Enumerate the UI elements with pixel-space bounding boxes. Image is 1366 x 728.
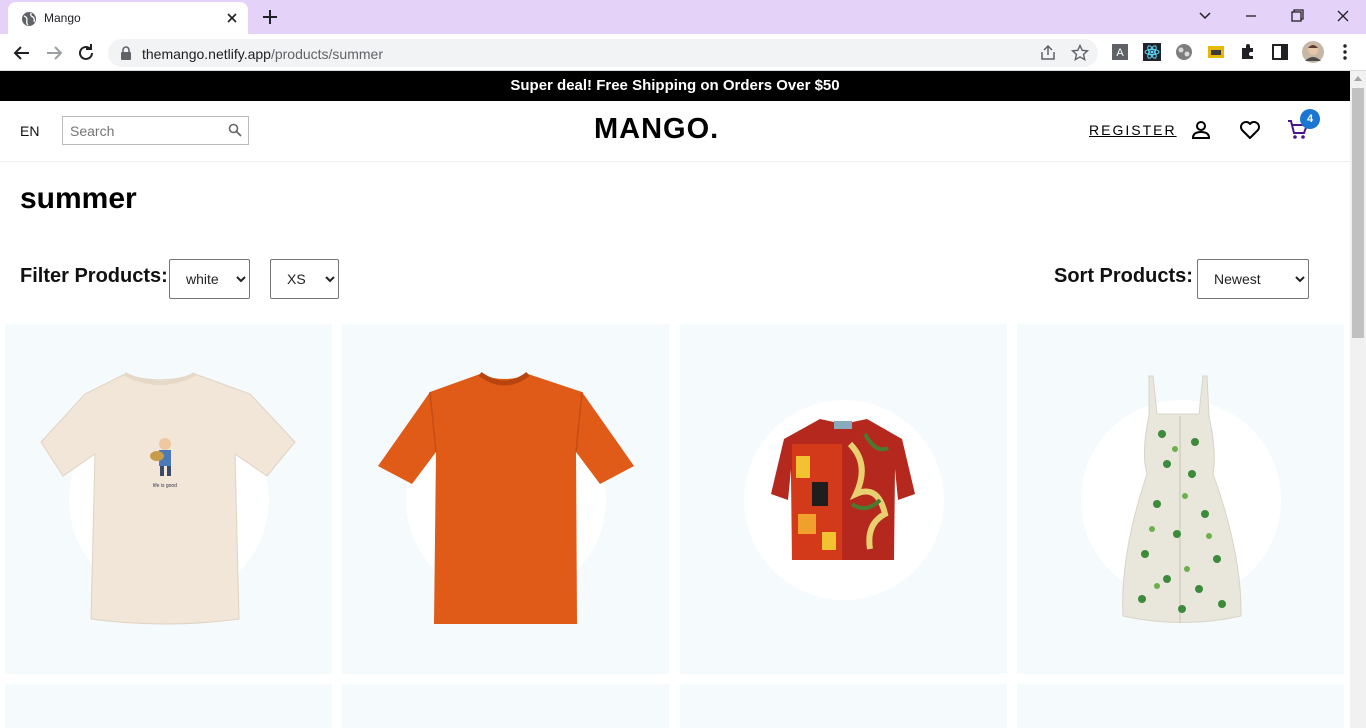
page-title: summer xyxy=(20,182,137,215)
scrollbar-thumb[interactable] xyxy=(1352,88,1364,338)
star-icon[interactable] xyxy=(1071,44,1089,62)
globe-icon xyxy=(22,12,36,26)
color-filter-select[interactable]: white xyxy=(169,259,250,299)
react-devtools-icon[interactable] xyxy=(1143,43,1161,61)
site-navbar: EN MANGO. REGISTER 4 xyxy=(0,101,1350,162)
svg-text:life is good: life is good xyxy=(153,483,177,489)
product-image-floral-dress[interactable] xyxy=(1017,324,1344,674)
product-card[interactable]: life is good xyxy=(5,324,332,674)
tag-extension-icon[interactable] xyxy=(1207,43,1225,61)
product-image-orange-tshirt[interactable] xyxy=(342,324,669,674)
search-input[interactable] xyxy=(63,117,213,144)
browser-tab[interactable]: Mango xyxy=(8,2,248,34)
puzzle-icon[interactable] xyxy=(1239,43,1257,61)
cart-count-badge: 4 xyxy=(1300,109,1320,129)
tab-title: Mango xyxy=(44,11,81,25)
minimize-icon[interactable] xyxy=(1239,6,1263,26)
product-image-tropical-shirt[interactable] xyxy=(680,324,1007,674)
sort-label: Sort Products: xyxy=(1054,265,1193,287)
product-card[interactable] xyxy=(342,684,669,728)
page-viewport: Super deal! Free Shipping on Orders Over… xyxy=(0,71,1350,728)
search-box[interactable] xyxy=(62,116,249,145)
profile-avatar-icon[interactable] xyxy=(1302,41,1324,63)
close-window-icon[interactable] xyxy=(1331,6,1355,26)
product-card[interactable] xyxy=(1017,684,1344,728)
scroll-up-arrow-icon[interactable] xyxy=(1354,76,1362,81)
language-selector[interactable]: EN xyxy=(20,123,39,139)
lock-icon[interactable] xyxy=(119,46,133,60)
chevron-down-icon[interactable] xyxy=(1193,6,1217,26)
announcement-bar: Super deal! Free Shipping on Orders Over… xyxy=(0,71,1350,101)
share-icon[interactable] xyxy=(1039,44,1057,62)
new-tab-icon[interactable] xyxy=(259,6,281,28)
more-menu-icon[interactable] xyxy=(1336,43,1354,61)
sort-select[interactable]: Newest xyxy=(1197,259,1309,299)
filter-label: Filter Products: xyxy=(20,265,168,287)
translate-extension-icon[interactable]: A xyxy=(1111,43,1129,61)
product-card[interactable] xyxy=(680,684,1007,728)
side-panel-icon[interactable] xyxy=(1271,43,1289,61)
search-icon[interactable] xyxy=(228,123,242,137)
reload-icon[interactable] xyxy=(74,41,98,65)
register-link[interactable]: REGISTER xyxy=(1089,122,1177,138)
browser-toolbar: themango.netlify.app/products/summer xyxy=(0,34,1366,71)
url-text: themango.netlify.app/products/summer xyxy=(142,46,383,62)
user-icon[interactable] xyxy=(1189,118,1213,142)
product-card[interactable] xyxy=(5,684,332,728)
forward-icon[interactable] xyxy=(42,41,66,65)
product-card[interactable] xyxy=(680,324,1007,674)
close-icon[interactable] xyxy=(224,10,240,26)
address-bar[interactable]: themango.netlify.app/products/summer xyxy=(108,39,1098,67)
size-filter-select[interactable]: XS xyxy=(270,259,339,299)
url-path: /products/summer xyxy=(270,46,383,62)
url-host: themango.netlify.app xyxy=(142,46,271,62)
product-card[interactable] xyxy=(1017,324,1344,674)
page-scrollbar[interactable] xyxy=(1350,71,1366,728)
heart-icon[interactable] xyxy=(1238,118,1262,142)
product-image-cream-tshirt[interactable]: life is good xyxy=(5,324,332,674)
product-card[interactable] xyxy=(342,324,669,674)
web-extension-icon[interactable] xyxy=(1175,43,1193,61)
site-logo[interactable]: MANGO. xyxy=(594,113,719,146)
svg-text:A: A xyxy=(1116,47,1124,59)
restore-icon[interactable] xyxy=(1285,6,1309,26)
browser-tab-bar: Mango xyxy=(0,0,1366,34)
back-icon[interactable] xyxy=(10,41,34,65)
